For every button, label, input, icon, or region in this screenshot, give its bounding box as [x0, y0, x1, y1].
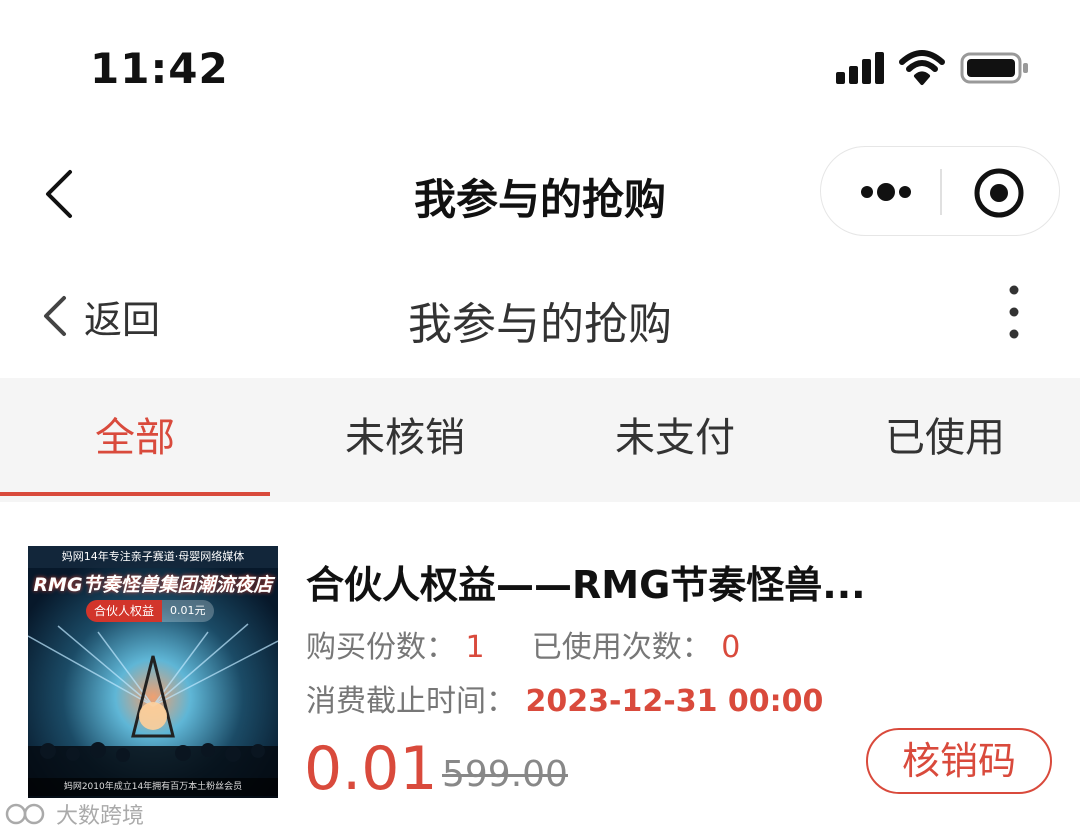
purchase-count-label: 购买份数：: [306, 630, 456, 665]
cellular-signal-icon: [836, 52, 886, 84]
thumbnail-header-text: 妈网14年专注亲子赛道·母婴网络媒体: [28, 546, 278, 568]
tab-all[interactable]: 全部: [0, 378, 270, 502]
kebab-menu-icon[interactable]: [996, 282, 1032, 342]
tab-used[interactable]: 已使用: [810, 378, 1080, 502]
original-price: 599.00: [442, 754, 568, 795]
mini-program-header: 我参与的抢购: [0, 130, 1080, 254]
watermark: 大数跨境: [4, 798, 144, 830]
status-time: 11:42: [90, 44, 229, 93]
product-thumbnail[interactable]: 妈网14年专注亲子赛道·母婴网络媒体 RMG节奏怪兽集团潮流夜店 合伙人权益 0…: [28, 546, 278, 798]
thumbnail-brand-text: RMG节奏怪兽集团潮流夜店: [33, 574, 273, 596]
status-bar: 11:42: [0, 0, 1080, 130]
thumbnail-tag: 合伙人权益: [86, 600, 163, 622]
used-count-label: 已使用次数：: [531, 630, 712, 665]
deadline-row: 消费截止时间： 2023-12-31 00:00: [306, 676, 823, 720]
tab-unverified[interactable]: 未核销: [270, 378, 540, 502]
thumbnail-footer-text: 妈网2010年成立14年拥有百万本土粉丝会员: [28, 778, 278, 796]
more-dots-icon[interactable]: [849, 167, 939, 217]
product-title[interactable]: 合伙人权益——RMG节奏怪兽...: [306, 554, 906, 609]
order-card[interactable]: 妈网14年专注亲子赛道·母婴网络媒体 RMG节奏怪兽集团潮流夜店 合伙人权益 0…: [0, 502, 1080, 834]
sale-price: 0.01: [304, 734, 438, 804]
page-title: 我参与的抢购: [408, 299, 672, 350]
status-tabs: 全部 未核销 未支付 已使用: [0, 378, 1080, 502]
thumbnail-tag-price: 0.01元: [162, 600, 214, 622]
wifi-icon: [898, 48, 946, 86]
battery-icon: [960, 52, 1030, 84]
deadline-label: 消费截止时间：: [306, 684, 516, 719]
deadline-value: 2023-12-31 00:00: [525, 684, 824, 719]
used-count-value: 0: [721, 630, 741, 665]
purchase-count-value: 1: [465, 630, 485, 665]
capsule-divider: [940, 169, 942, 215]
verify-code-button[interactable]: 核销码: [866, 728, 1052, 794]
page-nav-bar: 返回 我参与的抢购: [0, 254, 1080, 376]
capsule-menu: [820, 146, 1060, 236]
tab-unpaid[interactable]: 未支付: [540, 378, 810, 502]
watermark-logo-icon: [5, 803, 45, 825]
purchase-info-row: 购买份数： 1 已使用次数： 0: [306, 622, 740, 666]
watermark-text: 大数跨境: [56, 804, 145, 829]
close-target-icon[interactable]: [971, 165, 1027, 221]
thumbnail-tag-row: 合伙人权益 0.01元: [86, 600, 214, 622]
